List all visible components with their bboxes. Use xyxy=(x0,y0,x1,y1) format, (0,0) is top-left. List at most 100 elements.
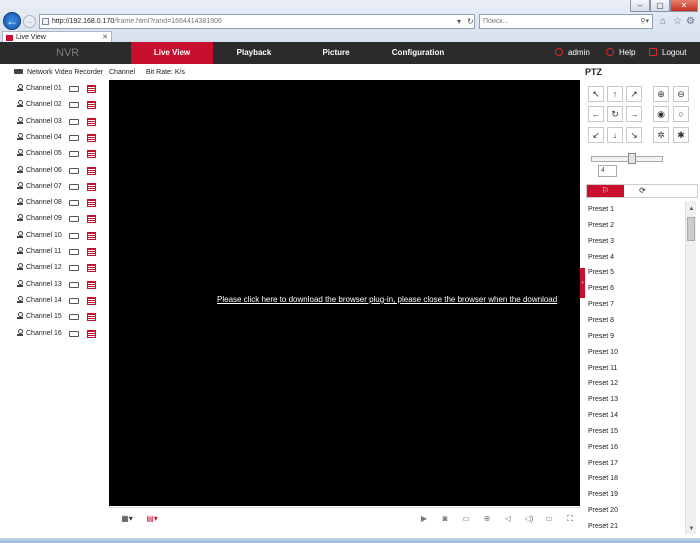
preset-item[interactable]: Preset 7 xyxy=(588,300,614,310)
stream-icon[interactable] xyxy=(87,166,96,175)
stream-icon[interactable] xyxy=(87,313,96,322)
play-icon[interactable]: ▶ xyxy=(419,514,429,524)
compatibility-icon[interactable]: ▾ xyxy=(457,14,461,29)
minimize-button[interactable]: – xyxy=(630,0,650,12)
channel-item[interactable]: Channel 06 xyxy=(17,165,101,177)
scroll-thumb[interactable] xyxy=(687,217,695,241)
scroll-down-icon[interactable]: ▼ xyxy=(686,524,697,534)
record-icon[interactable] xyxy=(69,249,79,255)
tab-pattern[interactable] xyxy=(661,185,698,197)
record-icon[interactable] xyxy=(69,102,79,109)
close-window-button[interactable]: ✕ xyxy=(670,0,698,12)
video-window[interactable]: Please click here to download the browse… xyxy=(109,80,580,506)
maximize-button[interactable]: ▢ xyxy=(650,0,670,12)
ptz-speed-slider[interactable] xyxy=(591,156,663,162)
tab-picture[interactable]: Picture xyxy=(295,42,377,64)
preset-item[interactable]: Preset 10 xyxy=(588,348,618,358)
stream-icon[interactable] xyxy=(87,329,96,338)
channel-item[interactable]: Channel 07 xyxy=(17,181,101,193)
device-tree-root[interactable]: Network Video Recorder xyxy=(14,69,103,77)
record-icon[interactable] xyxy=(69,167,79,174)
record-icon[interactable]: ▭ xyxy=(460,514,472,524)
ptz-speed-handle[interactable] xyxy=(628,153,636,164)
ratio-icon[interactable]: ▭ xyxy=(543,514,555,524)
stream-icon[interactable] xyxy=(87,280,96,289)
channel-item[interactable]: Channel 13 xyxy=(17,279,101,291)
record-icon[interactable] xyxy=(69,200,79,207)
stream-icon[interactable] xyxy=(87,182,96,191)
stream-icon[interactable] xyxy=(87,248,96,256)
record-icon[interactable] xyxy=(69,134,79,141)
channel-item[interactable]: Channel 04 xyxy=(17,132,101,144)
ptz-down-button[interactable]: ↓ xyxy=(607,127,623,143)
channel-item[interactable]: Channel 14 xyxy=(17,295,101,307)
zoom-icon[interactable]: ⊕ xyxy=(481,514,493,524)
channel-item[interactable]: Channel 05 xyxy=(17,148,101,160)
channel-item[interactable]: Channel 09 xyxy=(17,213,101,225)
favorites-icon[interactable]: ☆ xyxy=(673,14,682,29)
plugin-download-link[interactable]: Please click here to download the browse… xyxy=(217,295,580,304)
preset-item[interactable]: Preset 9 xyxy=(588,332,614,342)
tab-playback[interactable]: Playback xyxy=(213,42,295,64)
tab-live-view[interactable]: Live View xyxy=(131,42,213,64)
record-icon[interactable] xyxy=(69,86,79,92)
volume-icon[interactable]: ◁) xyxy=(523,514,535,524)
layout-grid-icon[interactable]: ▦▾ xyxy=(119,514,135,524)
record-icon[interactable] xyxy=(69,151,79,158)
preset-item[interactable]: Preset 8 xyxy=(588,316,614,326)
scroll-up-icon[interactable]: ▲ xyxy=(686,204,697,214)
preset-item[interactable]: Preset 12 xyxy=(588,379,618,389)
ptz-left-button[interactable]: ← xyxy=(588,106,604,122)
tab-cruise[interactable]: ⟳ xyxy=(624,185,661,197)
ptz-up-button[interactable]: ↑ xyxy=(607,86,623,102)
preset-item[interactable]: Preset 5 xyxy=(588,268,614,278)
preset-item[interactable]: Preset 13 xyxy=(588,395,618,405)
stream-icon[interactable] xyxy=(87,117,96,126)
preset-item[interactable]: Preset 20 xyxy=(588,506,618,516)
preset-item[interactable]: Preset 14 xyxy=(588,411,618,421)
forward-button[interactable]: → xyxy=(23,15,36,28)
ptz-right-button[interactable]: → xyxy=(626,106,642,122)
channel-item[interactable]: Channel 15 xyxy=(17,311,101,323)
stream-icon[interactable] xyxy=(87,150,96,159)
tab-configuration[interactable]: Configuration xyxy=(377,42,459,64)
record-icon[interactable] xyxy=(69,281,79,288)
channel-item[interactable]: Channel 01 xyxy=(17,83,101,95)
record-icon[interactable] xyxy=(69,314,79,321)
logout-link[interactable]: Logout xyxy=(649,42,686,64)
record-icon[interactable] xyxy=(69,330,79,337)
ptz-speed-value[interactable]: 4 xyxy=(598,165,617,177)
preset-item[interactable]: Preset 19 xyxy=(588,490,618,500)
fullscreen-icon[interactable]: ⛶ xyxy=(564,514,576,524)
zoom-out-icon[interactable]: ⊖ xyxy=(673,86,689,102)
ptz-down-right-button[interactable]: ↘ xyxy=(626,127,642,143)
preset-item[interactable]: Preset 3 xyxy=(588,237,614,247)
tab-presets[interactable]: ⚐ xyxy=(587,185,624,197)
stream-icon[interactable] xyxy=(87,85,96,93)
preset-item[interactable]: Preset 17 xyxy=(588,459,618,469)
ptz-up-right-button[interactable]: ↗ xyxy=(626,86,642,102)
search-input[interactable]: Поиск... ⚲▾ xyxy=(479,14,653,29)
preset-item[interactable]: Preset 18 xyxy=(588,474,618,484)
preset-item[interactable]: Preset 2 xyxy=(588,221,614,231)
preset-item[interactable]: Preset 6 xyxy=(588,284,614,294)
zoom-in-icon[interactable]: ⊕ xyxy=(653,86,669,102)
help-link[interactable]: Help xyxy=(606,42,635,64)
stream-icon[interactable] xyxy=(87,264,96,273)
preset-item[interactable]: Preset 21 xyxy=(588,522,618,532)
stream-icon[interactable] xyxy=(87,101,96,110)
ptz-up-left-button[interactable]: ↖ xyxy=(588,86,604,102)
user-menu[interactable]: admin xyxy=(555,42,590,64)
back-button[interactable]: ← xyxy=(3,12,21,30)
address-bar[interactable]: http://192.168.0.170/frame.html?rand=166… xyxy=(39,14,475,29)
focus-far-icon[interactable]: ○ xyxy=(673,106,689,122)
stream-icon[interactable] xyxy=(87,199,96,208)
channel-item[interactable]: Channel 03 xyxy=(17,116,101,128)
refresh-icon[interactable]: ↻ xyxy=(467,14,474,29)
iris-open-icon[interactable]: ✲ xyxy=(653,127,669,143)
preset-item[interactable]: Preset 16 xyxy=(588,443,618,453)
stream-icon[interactable] xyxy=(87,296,96,305)
ptz-auto-button[interactable]: ↻ xyxy=(607,106,623,122)
iris-close-icon[interactable]: ✱ xyxy=(673,127,689,143)
search-icon[interactable]: ⚲▾ xyxy=(640,15,649,28)
